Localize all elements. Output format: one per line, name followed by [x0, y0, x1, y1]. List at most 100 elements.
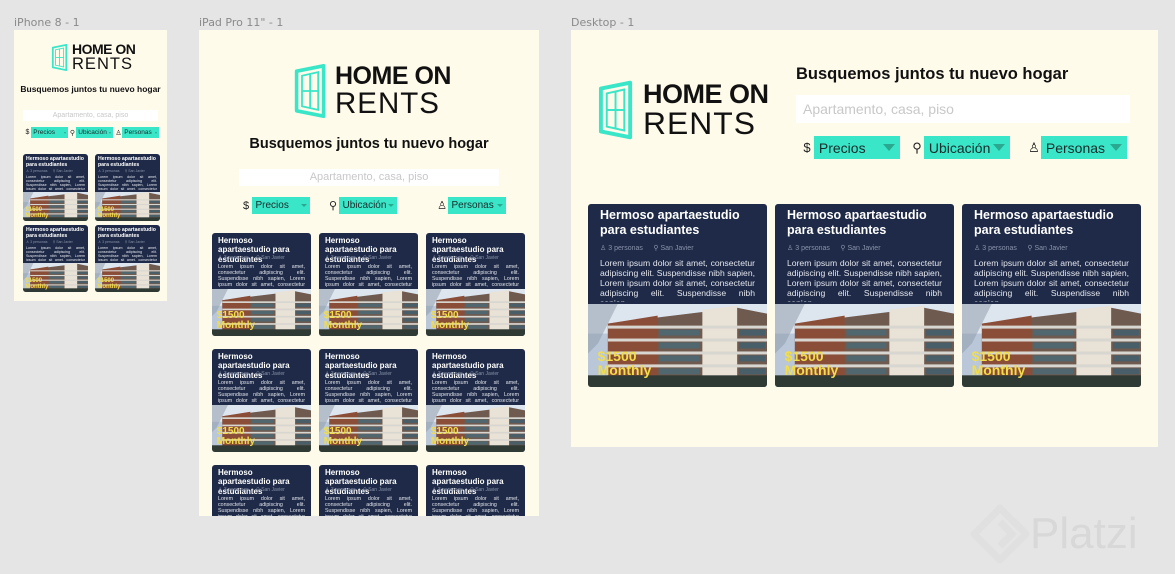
listing-title: Hermoso apartaestudio para estudiantes — [26, 156, 84, 169]
listing-card[interactable]: Hermoso apartaestudio para estudiantes ♙ … — [775, 204, 954, 387]
listing-meta: ♙ 3 personas ⚲ San Javier — [432, 371, 499, 377]
search-input[interactable]: Apartamento, casa, piso — [239, 169, 499, 186]
people-icon: ♙ — [787, 245, 796, 252]
people-count: ♙ 3 personas — [325, 371, 356, 377]
listing-location: ⚲ San Javier — [125, 169, 145, 173]
people-count: ♙ 3 personas — [218, 371, 249, 377]
logo-line-2: RENTS — [335, 86, 440, 120]
filter-dropdown[interactable]: Ubicación — [924, 136, 1010, 159]
listing-card[interactable]: Hermoso apartaestudio para estudiantes ♙ … — [319, 233, 418, 336]
window-icon — [598, 80, 633, 140]
listing-card[interactable]: Hermoso apartaestudio para estudiantes ♙ … — [212, 349, 311, 452]
filter-dropdown[interactable]: Personas — [448, 197, 506, 214]
filter-dropdown[interactable]: Ubicación — [339, 197, 397, 214]
listing-description: Lorem ipsum dolor sit amet, consectetur … — [325, 264, 412, 287]
listing-card[interactable]: Hermoso apartaestudio para estudiantes ♙ … — [319, 349, 418, 452]
filter-precios[interactable]: $ Precios — [240, 197, 310, 214]
filter-dropdown[interactable]: Precios — [252, 197, 310, 214]
listing-card[interactable]: Hermoso apartaestudio para estudiantes ♙ … — [23, 154, 88, 221]
search-input[interactable]: Apartamento, casa, piso — [796, 95, 1130, 123]
listing-location: ⚲ San Javier — [256, 487, 285, 493]
artboard-iphone: HOME ON RENTS Busquemos juntos tu nuevo ho… — [14, 30, 167, 301]
filter-dropdown[interactable]: Personas — [1041, 136, 1127, 159]
people-icon: ♙ — [600, 245, 609, 252]
filter-personas[interactable]: ♙ Personas — [436, 197, 506, 214]
listing-card[interactable]: Hermoso apartaestudio para estudiantes ♙ … — [426, 233, 525, 336]
location-pin-icon: ⚲ — [912, 139, 922, 155]
window-icon — [294, 64, 326, 118]
listing-description: Lorem ipsum dolor sit amet, consectetur … — [218, 380, 305, 403]
people-count-text: 3 personas — [223, 487, 249, 493]
listing-title: Hermoso apartaestudio para estudiantes — [98, 156, 156, 169]
listing-card[interactable]: Hermoso apartaestudio para estudiantes ♙ … — [95, 154, 160, 221]
listing-card[interactable]: Hermoso apartaestudio para estudiantes ♙ … — [23, 225, 88, 292]
listing-location-text: San Javier — [261, 371, 285, 377]
filter-dropdown[interactable]: Precios — [31, 127, 68, 138]
listing-photo: $1500 Monthly — [23, 192, 88, 221]
listing-card[interactable]: Hermoso apartaestudio para estudiantes ♙ … — [212, 233, 311, 336]
filter-dropdown[interactable]: Precios — [814, 136, 900, 159]
listing-location-text: San Javier — [475, 371, 499, 377]
window-icon — [51, 44, 68, 71]
listing-meta: ♙ 3 personas ⚲ San Javier — [26, 169, 73, 173]
listing-meta: ♙ 3 personas ⚲ San Javier — [218, 371, 285, 377]
listing-card[interactable]: Hermoso apartaestudio para estudiantes ♙ … — [588, 204, 767, 387]
listing-card[interactable]: Hermoso apartaestudio para estudiantes ♙ … — [212, 465, 311, 516]
filter-ubicación[interactable]: ⚲ Ubicación — [69, 127, 113, 138]
filter-ubicación[interactable]: ⚲ Ubicación — [910, 136, 1010, 159]
listing-meta: ♙ 3 personas ⚲ San Javier — [432, 255, 499, 261]
people-count-text: 3 personas — [223, 255, 249, 261]
filter-ubicación[interactable]: ⚲ Ubicación — [327, 197, 397, 214]
listing-photo: $1500 Monthly — [212, 405, 311, 452]
listing-photo: $1500 Monthly — [962, 304, 1141, 387]
filter-personas[interactable]: ♙ Personas — [1027, 136, 1127, 159]
listing-location-text: San Javier — [475, 487, 499, 493]
people-count-text: 3 personas — [223, 371, 249, 377]
logo-line-2: RENTS — [643, 104, 756, 141]
listing-card[interactable]: Hermoso apartaestudio para estudiantes ♙ … — [426, 465, 525, 516]
people-count-text: 3 personas — [795, 245, 830, 252]
filter-label: Personas — [451, 200, 494, 211]
page-headline: Busquemos juntos tu nuevo hogar — [796, 65, 1069, 83]
listing-photo: $1500 Monthly — [23, 263, 88, 292]
logo-text: HOME ON RENTS — [643, 80, 769, 141]
price-period: Monthly — [784, 362, 839, 379]
listing-meta: ♙ 3 personas ⚲ San Javier — [98, 169, 145, 173]
logo-line-1: HOME ON — [335, 61, 451, 90]
people-count: ♙ 3 personas — [98, 169, 119, 173]
listing-location: ⚲ San Javier — [125, 240, 145, 244]
listing-location-text: San Javier — [56, 169, 73, 173]
listing-card[interactable]: Hermoso apartaestudio para estudiantes ♙ … — [426, 349, 525, 452]
chevron-down-icon — [993, 144, 1006, 151]
filter-dropdown[interactable]: Personas — [122, 127, 159, 138]
listing-title: Hermoso apartaestudio para estudiantes — [98, 227, 156, 240]
filter-label: Ubicación — [78, 129, 107, 136]
people-count: ♙ 3 personas — [26, 240, 47, 244]
people-count: ♙ 3 personas — [432, 255, 463, 261]
filter-dropdown[interactable]: Ubicación — [76, 127, 113, 138]
listing-price: $1500 Monthly — [217, 311, 255, 331]
chevron-down-icon — [387, 204, 394, 207]
people-count-text: 3 personas — [102, 240, 120, 244]
search-input[interactable]: Apartamento, casa, piso — [23, 110, 158, 121]
people-count-text: 3 personas — [437, 255, 463, 261]
listing-title: Hermoso apartaestudio para estudiantes — [26, 227, 84, 240]
listing-card[interactable]: Hermoso apartaestudio para estudiantes ♙ … — [319, 465, 418, 516]
people-icon: ♙ — [437, 200, 447, 212]
price-amount: $1500 — [784, 348, 824, 365]
listing-photo: $1500 Monthly — [95, 192, 160, 221]
price-period: Monthly — [216, 320, 256, 332]
people-count: ♙ 3 personas — [432, 371, 463, 377]
price-period: Monthly — [97, 283, 121, 290]
filter-personas[interactable]: ♙ Personas — [115, 127, 159, 138]
listing-card[interactable]: Hermoso apartaestudio para estudiantes ♙ … — [95, 225, 160, 292]
dollar-icon: $ — [803, 140, 811, 155]
listing-location: ⚲ San Javier — [53, 240, 73, 244]
listing-location-text: San Javier — [368, 255, 392, 261]
filter-precios[interactable]: $ Precios — [800, 136, 900, 159]
listing-meta: ♙ 3 personas ⚲ San Javier — [432, 487, 499, 493]
listing-card[interactable]: Hermoso apartaestudio para estudiantes ♙ … — [962, 204, 1141, 387]
listing-meta: ♙ 3 personas ⚲ San Javier — [787, 244, 881, 252]
listing-photo: $1500 Monthly — [95, 263, 160, 292]
filter-precios[interactable]: $ Precios — [24, 127, 68, 138]
